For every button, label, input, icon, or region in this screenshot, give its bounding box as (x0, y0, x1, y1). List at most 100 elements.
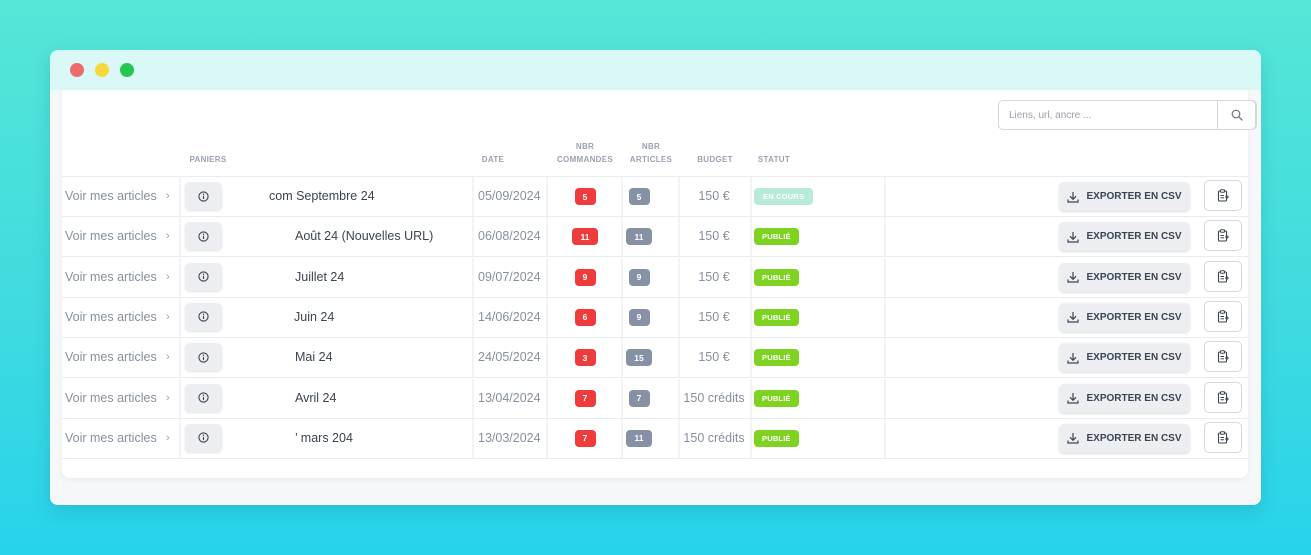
chevron-right-icon: › (166, 230, 170, 243)
column-separator (546, 418, 548, 458)
column-separator (621, 418, 623, 458)
close-window-button[interactable] (70, 63, 84, 77)
view-articles-link[interactable]: Voir mes articles (65, 229, 157, 243)
info-button[interactable] (185, 262, 222, 291)
info-button[interactable] (185, 423, 222, 452)
basket-budget: 150 crédits (683, 390, 745, 405)
maximize-window-button[interactable] (120, 63, 134, 77)
browser-window: PANIERS DATE NBR COMMANDES NBR ARTICLES … (50, 50, 1261, 505)
basket-name: Juillet 24 (295, 269, 345, 284)
status-badge: PUBLIÉ (754, 268, 799, 286)
clipboard-icon (1217, 390, 1229, 404)
header-statut: STATUT (757, 155, 791, 164)
header-nbr-articles-line1: NBR (641, 142, 661, 151)
info-icon (198, 311, 209, 323)
column-separator (884, 338, 886, 378)
search-button[interactable] (1217, 100, 1256, 130)
status-badge: PUBLIÉ (754, 228, 799, 246)
articles-count-badge: 11 (626, 429, 652, 447)
table-row: Voir mes articles › Avril 24 13/04/2024 … (62, 378, 1248, 419)
copy-button[interactable] (1204, 180, 1242, 211)
view-articles-link[interactable]: Voir mes articles (65, 391, 157, 405)
basket-name: Mai 24 (295, 350, 333, 365)
column-separator (884, 177, 886, 216)
orders-count-badge: 7 (574, 389, 596, 407)
view-articles-link[interactable]: Voir mes articles (65, 270, 157, 284)
view-articles-link[interactable]: Voir mes articles (65, 350, 157, 364)
column-separator (472, 418, 474, 458)
status-badge: PUBLIÉ (754, 349, 799, 367)
download-icon (1067, 312, 1080, 323)
column-separator (179, 378, 181, 418)
column-separator (884, 297, 886, 337)
basket-date: 06/08/2024 (478, 229, 541, 244)
column-separator (179, 297, 181, 337)
export-csv-button[interactable]: EXPORTER EN CSV (1059, 182, 1190, 211)
download-icon (1067, 433, 1080, 444)
export-csv-label: EXPORTER EN CSV (1086, 392, 1182, 404)
column-separator (472, 257, 474, 297)
articles-count-badge: 7 (628, 389, 650, 407)
copy-button[interactable] (1204, 260, 1242, 292)
info-icon (198, 352, 209, 363)
download-icon (1067, 393, 1080, 404)
basket-budget: 150 € (698, 189, 730, 203)
column-separator (621, 378, 623, 418)
column-separator (621, 257, 623, 297)
export-csv-button[interactable]: EXPORTER EN CSV (1059, 222, 1190, 252)
view-articles-link[interactable]: Voir mes articles (65, 310, 157, 324)
window-titlebar (50, 50, 1261, 90)
export-csv-label: EXPORTER EN CSV (1086, 432, 1182, 444)
header-nbr-commandes-line2: COMMANDES (556, 155, 614, 164)
header-paniers: PANIERS (189, 155, 227, 164)
info-button[interactable] (185, 343, 222, 372)
basket-date: 09/07/2024 (478, 269, 541, 284)
column-separator (546, 378, 548, 418)
clipboard-icon (1217, 310, 1229, 323)
header-nbr-articles: NBR ARTICLES (626, 140, 676, 166)
clipboard-icon (1217, 350, 1229, 363)
info-button[interactable] (185, 182, 222, 210)
column-separator (546, 338, 548, 378)
column-separator (884, 257, 886, 297)
basket-budget: 150 € (698, 229, 730, 244)
export-csv-button[interactable]: EXPORTER EN CSV (1059, 302, 1190, 332)
search-icon (1231, 109, 1243, 121)
export-csv-button[interactable]: EXPORTER EN CSV (1059, 343, 1190, 373)
info-button[interactable] (185, 302, 222, 331)
copy-button[interactable] (1204, 300, 1242, 332)
copy-button[interactable] (1204, 381, 1242, 413)
search-input[interactable] (999, 101, 1219, 129)
basket-date: 05/09/2024 (478, 189, 541, 203)
copy-button[interactable] (1204, 421, 1242, 453)
export-csv-label: EXPORTER EN CSV (1086, 352, 1182, 364)
basket-date: 13/04/2024 (478, 390, 541, 405)
table-row: Voir mes articles › Mai 24 24/05/2024 3 … (62, 338, 1248, 379)
clipboard-icon (1217, 269, 1229, 283)
row-divider (62, 457, 1248, 459)
status-badge: PUBLIÉ (754, 308, 799, 326)
table-row: Voir mes articles › ’ mars 204 13/03/202… (62, 418, 1248, 459)
download-icon (1067, 231, 1080, 243)
basket-name: com Septembre 24 (269, 189, 375, 203)
info-button[interactable] (185, 222, 222, 251)
export-csv-button[interactable]: EXPORTER EN CSV (1059, 423, 1190, 453)
view-articles-link[interactable]: Voir mes articles (65, 189, 157, 203)
minimize-window-button[interactable] (95, 63, 109, 77)
basket-name: Août 24 (Nouvelles URL) (295, 229, 434, 244)
info-button[interactable] (185, 383, 222, 412)
copy-button[interactable] (1204, 341, 1242, 373)
info-icon (198, 190, 209, 202)
copy-button[interactable] (1204, 220, 1242, 252)
view-articles-link[interactable]: Voir mes articles (65, 431, 157, 445)
header-nbr-commandes: NBR COMMANDES (548, 140, 622, 166)
chevron-right-icon: › (166, 431, 170, 444)
column-separator (472, 378, 474, 418)
orders-count-badge: 5 (574, 188, 596, 205)
status-badge: PUBLIÉ (754, 429, 799, 447)
export-csv-button[interactable]: EXPORTER EN CSV (1059, 262, 1190, 292)
table-row: Voir mes articles › Juin 24 14/06/2024 6… (62, 297, 1248, 338)
column-separator (546, 257, 548, 297)
chevron-right-icon: › (166, 310, 170, 323)
export-csv-button[interactable]: EXPORTER EN CSV (1059, 383, 1190, 413)
